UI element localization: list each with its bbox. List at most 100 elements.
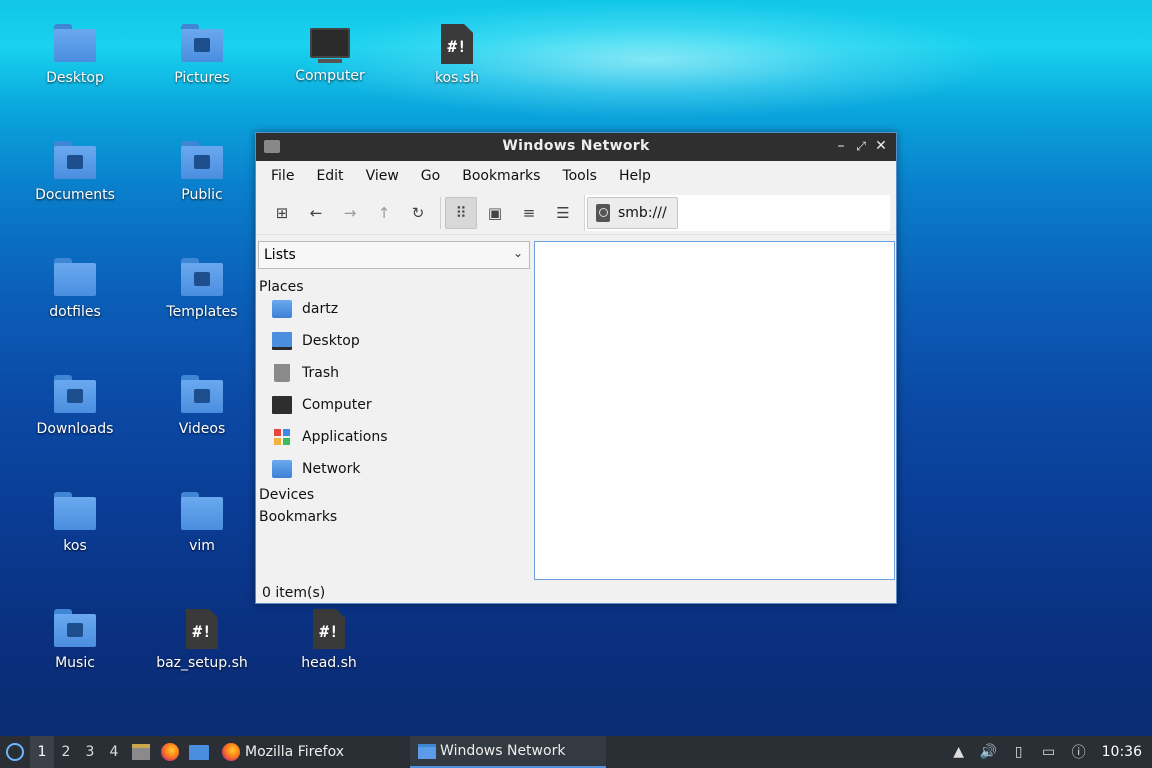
menu-bar: File Edit View Go Bookmarks Tools Help: [256, 161, 896, 191]
desktop-icon-documents[interactable]: Documents: [20, 139, 130, 203]
detailed-view-icon[interactable]: ☰: [547, 197, 579, 229]
task-mozilla-firefox[interactable]: Mozilla Firefox: [214, 736, 352, 768]
sidebar-mode-select[interactable]: Lists ⌄: [258, 241, 530, 269]
desktop-icon-videos[interactable]: Videos: [147, 373, 257, 437]
menu-help[interactable]: Help: [608, 168, 662, 184]
status-bar-text: 0 item(s): [262, 585, 326, 601]
menu-edit[interactable]: Edit: [305, 168, 354, 184]
file-view[interactable]: [534, 241, 895, 580]
sidebar-item-dartz[interactable]: dartz: [258, 293, 530, 325]
desktop-icon: [189, 744, 209, 760]
computer-icon: [272, 396, 292, 414]
update-notifier-icon[interactable]: ⓘ: [1068, 743, 1090, 761]
taskbar: 1 2 3 4 Mozilla Firefox Windows Network …: [0, 736, 1152, 768]
workspace-2[interactable]: 2: [54, 736, 78, 768]
toolbar: ⊞ ← → ↑ ↻ ⠿ ▣ ≡ ☰ smb:///: [256, 191, 896, 235]
location-text: smb:///: [618, 205, 667, 221]
icon-view-icon[interactable]: ⠿: [445, 196, 477, 229]
devices-heading[interactable]: Devices: [258, 485, 530, 509]
desktop-icon-downloads[interactable]: Downloads: [20, 373, 130, 437]
window-titlebar[interactable]: Windows Network – ⤢ ✕: [256, 133, 896, 161]
desktop-icon-label: Downloads: [36, 421, 114, 437]
minimize-button[interactable]: –: [832, 137, 850, 155]
location-bar[interactable]: smb:///: [584, 195, 890, 231]
desktop-icon-label: head.sh: [301, 655, 357, 671]
system-tray: ▲ 🔊 ▯ ▭ ⓘ 10:36: [944, 736, 1152, 768]
sidebar: Lists ⌄ Places dartz Desktop Trash Compu…: [258, 241, 530, 581]
desktop-icon-desktop[interactable]: Desktop: [20, 22, 130, 86]
desktop-icon-label: Documents: [35, 187, 115, 203]
desktop-icon-label: Templates: [166, 304, 238, 320]
app-menu-button[interactable]: [0, 736, 30, 768]
compact-view-icon[interactable]: ≡: [513, 197, 545, 229]
volume-icon[interactable]: 🔊: [978, 743, 1000, 761]
network-icon[interactable]: ▭: [1038, 743, 1060, 761]
desktop-icon-baz-setup-sh[interactable]: #! baz_setup.sh: [147, 607, 257, 671]
toolbar-separator: [440, 196, 441, 229]
lxqt-logo-icon: [6, 743, 24, 761]
location-segment[interactable]: smb:///: [587, 197, 678, 229]
sidebar-item-label: Desktop: [302, 333, 360, 349]
sidebar-item-computer[interactable]: Computer: [258, 389, 530, 421]
trash-icon: [274, 364, 290, 382]
desktop-icon-label: Music: [55, 655, 95, 671]
quicklaunch-show-desktop[interactable]: [184, 736, 214, 768]
quicklaunch-files[interactable]: [126, 736, 156, 768]
clipboard-icon[interactable]: ▯: [1008, 743, 1030, 761]
up-icon[interactable]: ↑: [368, 197, 400, 229]
sidebar-item-desktop[interactable]: Desktop: [258, 325, 530, 357]
chevron-down-icon: ⌄: [512, 246, 523, 260]
script-file-icon: #!: [441, 24, 473, 64]
menu-view[interactable]: View: [355, 168, 410, 184]
folder-music-icon: [54, 609, 96, 647]
workspace-4[interactable]: 4: [102, 736, 126, 768]
folder-icon: [54, 24, 96, 62]
quicklaunch-firefox[interactable]: [156, 736, 184, 768]
places-heading[interactable]: Places: [258, 269, 530, 295]
sidebar-item-network[interactable]: Network: [258, 453, 530, 485]
desktop-icon-public[interactable]: Public: [147, 139, 257, 203]
clock[interactable]: 10:36: [1094, 744, 1152, 760]
desktop-icon-computer[interactable]: Computer: [275, 22, 385, 84]
desktop-icon-templates[interactable]: Templates: [147, 256, 257, 320]
forward-icon[interactable]: →: [334, 197, 366, 229]
file-manager-window[interactable]: Windows Network – ⤢ ✕ File Edit View Go …: [255, 132, 897, 604]
menu-tools[interactable]: Tools: [551, 168, 608, 184]
desktop-icon: [272, 332, 292, 350]
desktop-icon-kos[interactable]: kos: [20, 490, 130, 554]
tray-expand-icon[interactable]: ▲: [948, 743, 970, 761]
task-label: Mozilla Firefox: [245, 744, 345, 760]
folder-icon: [54, 492, 96, 530]
desktop-icon-label: vim: [189, 538, 215, 554]
close-button[interactable]: ✕: [872, 137, 890, 155]
sidebar-item-label: Trash: [302, 365, 339, 381]
folder-pictures-icon: [181, 24, 223, 62]
thumbnail-view-icon[interactable]: ▣: [479, 197, 511, 229]
new-tab-icon[interactable]: ⊞: [266, 197, 298, 229]
desktop-icon-vim[interactable]: vim: [147, 490, 257, 554]
reload-icon[interactable]: ↻: [402, 197, 434, 229]
desktop-icon-pictures[interactable]: Pictures: [147, 22, 257, 86]
maximize-button[interactable]: ⤢: [852, 137, 870, 155]
desktop-icon-head-sh[interactable]: #! head.sh: [274, 607, 384, 671]
script-file-icon: #!: [313, 609, 345, 649]
menu-go[interactable]: Go: [410, 168, 451, 184]
desktop-icon-music[interactable]: Music: [20, 607, 130, 671]
menu-file[interactable]: File: [260, 168, 305, 184]
desktop-icon-kos-sh[interactable]: #! kos.sh: [402, 22, 512, 86]
task-windows-network[interactable]: Windows Network: [410, 736, 607, 768]
desktop-icon-dotfiles[interactable]: dotfiles: [20, 256, 130, 320]
menu-bookmarks[interactable]: Bookmarks: [451, 168, 551, 184]
sidebar-item-trash[interactable]: Trash: [258, 357, 530, 389]
desktop-icon-label: Desktop: [46, 70, 104, 86]
back-icon[interactable]: ←: [300, 197, 332, 229]
sidebar-item-label: Applications: [302, 429, 388, 445]
sidebar-item-applications[interactable]: Applications: [258, 421, 530, 453]
bookmarks-heading[interactable]: Bookmarks: [258, 509, 530, 533]
desktop-icon-label: Public: [181, 187, 223, 203]
workspace-1[interactable]: 1: [30, 736, 54, 768]
script-file-icon: #!: [186, 609, 218, 649]
folder-templates-icon: [181, 258, 223, 296]
desktop-icon-label: kos: [63, 538, 87, 554]
workspace-3[interactable]: 3: [78, 736, 102, 768]
